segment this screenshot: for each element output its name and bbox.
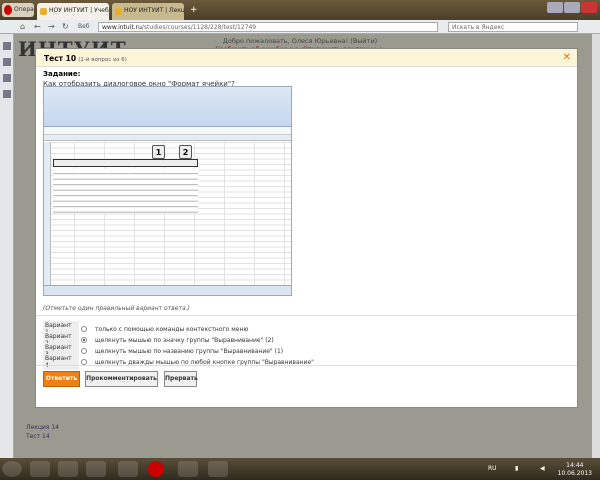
volume-icon[interactable]: ◀ [540,465,545,472]
answer-button[interactable]: Ответить [43,371,80,387]
browser-tab-bar: Опера НОУ ИНТУИТ | Учебн... НОУ ИНТУИТ |… [0,0,600,20]
welcome-text: Добро пожаловать, Олеся Юрьевна! (Выйти) [222,37,378,45]
date: 10.06.2013 [557,470,592,477]
dialog-header: Тест 10 (1-й вопрос из 6) [36,49,577,67]
notes-icon[interactable] [3,74,11,82]
reload-icon[interactable]: ↻ [62,22,69,31]
answer-hint: (Отметьте один правильный вариант ответа… [43,305,190,312]
chrome-icon[interactable] [30,461,50,477]
network-icon[interactable]: ▮ [515,465,518,472]
comment-button[interactable]: Прокомментировать [85,371,158,387]
opera-sidebar [0,34,14,458]
app-icon[interactable] [208,461,228,477]
callout-2: 2 [179,145,192,159]
callout-1: 1 [152,145,165,159]
bookmarks-icon[interactable] [3,58,11,66]
minimize-button[interactable] [547,2,563,13]
start-button[interactable] [2,461,22,477]
close-icon[interactable]: ✕ [563,52,571,63]
excel-table-data [53,169,198,213]
opera-menu-button[interactable]: Опера [2,3,34,17]
url-prefix: Веб [78,23,90,30]
search-input[interactable]: Искать в Яндекс [448,22,578,32]
variant-4[interactable]: Вариант 4 щелкнуть дважды мышью по любой … [43,354,314,370]
time: 14:44 [566,462,584,469]
speed-dial-icon[interactable] [3,42,11,50]
media-icon[interactable] [86,461,106,477]
task-label: Задание: [43,70,81,78]
left-link[interactable]: Лекция 14 [26,424,59,431]
test-dialog: Тест 10 (1-й вопрос из 6) ✕ Задание: Как… [35,48,578,408]
word-icon[interactable] [118,461,138,477]
excel-ribbon [44,87,291,127]
language-indicator[interactable]: RU [488,465,497,472]
browser-tab[interactable]: НОУ ИНТУИТ | Лекци... [112,3,184,20]
opera-icon[interactable] [148,461,164,477]
excel-screenshot-image: 1 2 [43,86,292,296]
divider [36,365,577,366]
window-controls [547,2,597,13]
forward-icon[interactable]: → [48,22,55,31]
url-input[interactable]: www.intuit.ru/studies/courses/1128/228/t… [98,22,438,32]
excel-row-headers [44,142,51,287]
dialog-subtitle: (1-й вопрос из 6) [78,57,127,63]
browser-tab[interactable]: НОУ ИНТУИТ | Учебн... [37,3,109,20]
home-icon[interactable]: ⌂ [20,22,25,31]
excel-formula-bar [44,127,291,135]
divider [36,315,577,316]
explorer-icon[interactable] [58,461,78,477]
address-bar-row: ⌂ ← → ↻ Веб www.intuit.ru/studies/course… [0,20,600,34]
new-tab-button[interactable]: + [190,5,198,15]
url-path: /studies/courses/1128/228/test/12749 [141,24,257,31]
variant-label: Вариант 4 [43,354,79,370]
dialog-title: Тест 10 [44,54,77,63]
abort-button[interactable]: Прервать [164,371,198,387]
close-window-button[interactable] [581,2,597,13]
page-scrollbar[interactable] [592,34,600,458]
downloads-icon[interactable] [3,90,11,98]
excel-status-bar [44,285,291,295]
url-domain: www.intuit.ru [102,24,142,31]
excel-table-header [53,159,198,167]
back-icon[interactable]: ← [34,22,41,31]
excel-icon[interactable] [178,461,198,477]
windows-taskbar: RU ▮ ◀ 14:44 10.06.2013 [0,458,600,480]
maximize-button[interactable] [564,2,580,13]
clock[interactable]: 14:44 10.06.2013 [558,462,592,478]
excel-column-headers [44,135,291,141]
left-link[interactable]: Тест 14 [26,433,50,440]
